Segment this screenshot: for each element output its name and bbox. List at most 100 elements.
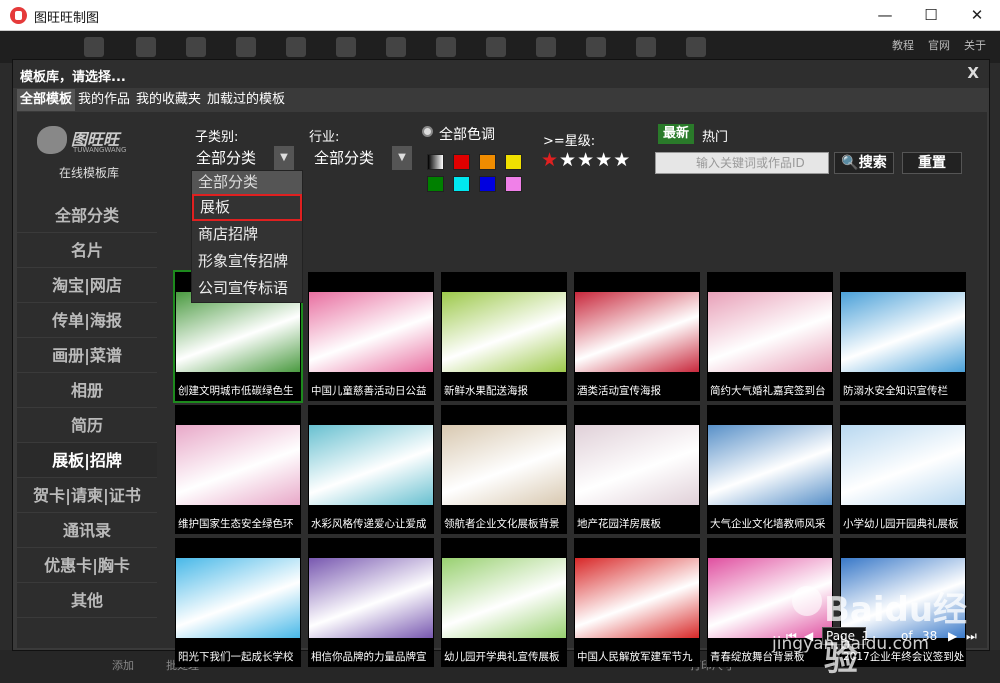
- logo-mark-icon: [37, 126, 67, 154]
- sidebar-item-business-card[interactable]: 名片: [17, 233, 157, 268]
- dropdown-option-slogan[interactable]: 公司宣传标语: [192, 275, 302, 302]
- template-thumbnail: [309, 292, 433, 372]
- star-icon[interactable]: ★: [559, 149, 577, 171]
- add-label[interactable]: 添加: [112, 657, 134, 673]
- baidu-watermark: Baidu经验 jingyan.baidu.com: [772, 578, 988, 679]
- template-card[interactable]: 大气企业文化墙教师风采: [707, 405, 833, 534]
- template-thumbnail: [309, 425, 433, 505]
- save-icon[interactable]: [186, 37, 206, 57]
- sidebar-item-all[interactable]: 全部分类: [17, 198, 157, 233]
- star-icon[interactable]: ★: [541, 149, 559, 171]
- template-card[interactable]: 防溺水安全知识宣传栏: [840, 272, 966, 401]
- template-thumbnail: [841, 425, 965, 505]
- sidebar-item-coupon[interactable]: 优惠卡|胸卡: [17, 548, 157, 583]
- sidebar-item-flyer[interactable]: 传单|海报: [17, 303, 157, 338]
- template-card[interactable]: 地产花园洋房展板: [574, 405, 700, 534]
- color-swatch[interactable]: [427, 176, 444, 192]
- sidebar-item-resume[interactable]: 简历: [17, 408, 157, 443]
- category-sidebar: 全部分类 名片 淘宝|网店 传单|海报 画册|菜谱 相册 简历 展板|招牌 贺卡…: [17, 198, 157, 618]
- color-swatch[interactable]: [505, 176, 522, 192]
- dropdown-option-shop-sign[interactable]: 商店招牌: [192, 221, 302, 248]
- color-swatch[interactable]: [453, 176, 470, 192]
- template-card[interactable]: 简约大气婚礼嘉宾签到台: [707, 272, 833, 401]
- sort-newest-button[interactable]: 最新: [658, 124, 695, 144]
- all-colors-radio[interactable]: [422, 126, 433, 137]
- star-icon[interactable]: ★: [577, 149, 595, 171]
- grid-icon[interactable]: [486, 37, 506, 57]
- search-button[interactable]: 🔍搜索: [834, 152, 894, 174]
- sidebar-item-other[interactable]: 其他: [17, 583, 157, 618]
- minimize-button[interactable]: —: [862, 0, 908, 31]
- dialog-titlebar: 模板库，请选择... X: [13, 60, 989, 88]
- sort-hot-button[interactable]: 热门: [702, 126, 728, 145]
- tab-my-works[interactable]: 我的作品: [75, 89, 133, 111]
- template-card[interactable]: 幼儿园开学典礼宣传展板: [441, 538, 567, 667]
- template-card[interactable]: 中国儿童慈善活动日公益: [308, 272, 434, 401]
- template-label: 中国人民解放军建军节九: [577, 651, 693, 663]
- template-library-dialog: 模板库，请选择... X 全部模板 我的作品 我的收藏夹 加载过的模板 图旺旺 TUW…: [12, 59, 990, 667]
- color-swatch[interactable]: [453, 154, 470, 170]
- star-icon[interactable]: ★: [595, 149, 613, 171]
- tab-all-templates[interactable]: 全部模板: [17, 89, 76, 111]
- chevron-down-icon[interactable]: ▼: [392, 146, 412, 170]
- app-logo-icon: [10, 7, 27, 24]
- screen-icon[interactable]: [686, 37, 706, 57]
- sidebar-item-contacts[interactable]: 通讯录: [17, 513, 157, 548]
- template-card[interactable]: 相信你品牌的力量品牌宣: [308, 538, 434, 667]
- industry-value: 全部分类: [314, 149, 375, 167]
- redo-icon[interactable]: [436, 37, 456, 57]
- template-card[interactable]: 小学幼儿园开园典礼展板: [840, 405, 966, 534]
- website-link[interactable]: 官网: [928, 39, 950, 52]
- reset-button[interactable]: 重置: [902, 152, 962, 174]
- dialog-close-button[interactable]: X: [967, 64, 979, 82]
- template-card[interactable]: 中国人民解放军建军节九: [574, 538, 700, 667]
- template-card[interactable]: 水彩风格传递爱心让爱成: [308, 405, 434, 534]
- template-label: 维护国家生态安全绿色环: [178, 518, 294, 530]
- tab-favorites[interactable]: 我的收藏夹: [133, 89, 204, 111]
- color-swatch[interactable]: [479, 176, 496, 192]
- sidebar-item-taobao[interactable]: 淘宝|网店: [17, 268, 157, 303]
- close-window-button[interactable]: ✕: [954, 0, 1000, 31]
- copy-icon[interactable]: [386, 37, 406, 57]
- dropdown-option-all[interactable]: 全部分类: [192, 171, 302, 194]
- sidebar-item-brochure[interactable]: 画册|菜谱: [17, 338, 157, 373]
- template-card[interactable]: 酒类活动宣传海报: [574, 272, 700, 401]
- sidebar-item-greeting-card[interactable]: 贺卡|请柬|证书: [17, 478, 157, 513]
- subcategory-select[interactable]: 全部分类 ▼: [192, 146, 294, 170]
- crop-icon[interactable]: [536, 37, 556, 57]
- folder-icon[interactable]: [136, 37, 156, 57]
- color-swatch[interactable]: [479, 154, 496, 170]
- tab-loaded-templates[interactable]: 加载过的模板: [204, 89, 288, 111]
- sidebar-item-album[interactable]: 相册: [17, 373, 157, 408]
- help-links: 教程 官网 关于: [878, 37, 986, 53]
- export-icon[interactable]: [336, 37, 356, 57]
- file-icon[interactable]: [84, 37, 104, 57]
- dropdown-option-image-sign[interactable]: 形象宣传招牌: [192, 248, 302, 275]
- print-icon[interactable]: [236, 37, 256, 57]
- template-label: 地产花园洋房展板: [577, 518, 661, 530]
- search-input[interactable]: 输入关键词或作品ID: [655, 152, 829, 174]
- industry-select[interactable]: 全部分类 ▼: [310, 146, 412, 170]
- template-label: 新鲜水果配送海报: [444, 385, 528, 397]
- chevron-down-icon[interactable]: ▼: [274, 146, 294, 170]
- template-card[interactable]: 领航者企业文化展板背景: [441, 405, 567, 534]
- star-icon[interactable]: ★: [613, 149, 631, 171]
- dropdown-option-display-board[interactable]: 展板: [192, 194, 302, 221]
- color-swatch[interactable]: [505, 154, 522, 170]
- color-swatch[interactable]: [427, 154, 444, 170]
- camera-icon[interactable]: [286, 37, 306, 57]
- template-label: 酒类活动宣传海报: [577, 385, 661, 397]
- layer-icon[interactable]: [586, 37, 606, 57]
- star-rating[interactable]: ★★★★★: [541, 149, 631, 171]
- about-link[interactable]: 关于: [964, 39, 986, 52]
- sidebar-item-display-board[interactable]: 展板|招牌: [17, 443, 157, 478]
- tutorial-link[interactable]: 教程: [892, 39, 914, 52]
- template-card[interactable]: 维护国家生态安全绿色环: [175, 405, 301, 534]
- template-label: 小学幼儿园开园典礼展板: [843, 518, 959, 530]
- template-card[interactable]: 新鲜水果配送海报: [441, 272, 567, 401]
- maximize-button[interactable]: ☐: [908, 0, 954, 31]
- dialog-tabs: 全部模板 我的作品 我的收藏夹 加载过的模板: [17, 88, 288, 111]
- template-card[interactable]: 阳光下我们一起成长学校: [175, 538, 301, 667]
- industry-label: 行业:: [309, 130, 340, 145]
- gear-icon[interactable]: [636, 37, 656, 57]
